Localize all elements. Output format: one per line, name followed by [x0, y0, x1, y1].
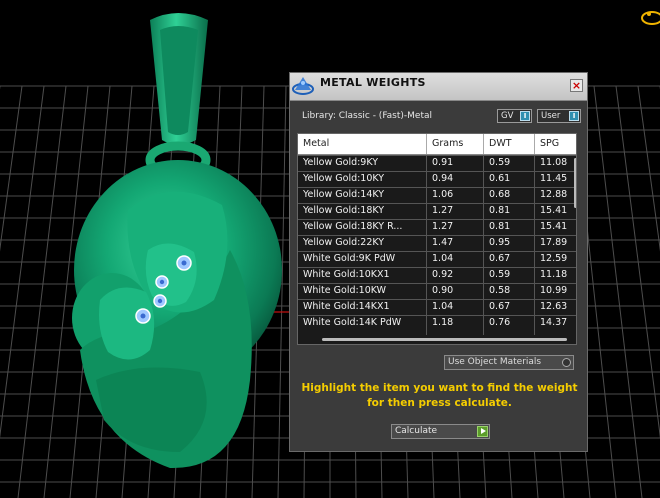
panel-titlebar[interactable]: METAL WEIGHTS ×	[290, 73, 587, 101]
grams-cell: 0.92	[432, 269, 454, 280]
metal-cell: Yellow Gold:14KY	[303, 189, 385, 200]
metal-cell: Yellow Gold:18KY	[303, 205, 385, 216]
metal-weights-panel: METAL WEIGHTS × Library: Classic - (Fast…	[289, 72, 588, 452]
dwt-cell: 0.68	[489, 189, 511, 200]
calculate-dropdown[interactable]: Calculate	[391, 424, 490, 439]
table-vertical-scrollbar[interactable]	[574, 158, 576, 208]
spg-cell: 17.89	[540, 237, 568, 248]
metal-cell: White Gold:10KX1	[303, 269, 390, 280]
use-object-materials-label: Use Object Materials	[448, 357, 542, 367]
grams-cell: 1.06	[432, 189, 454, 200]
app-logo-icon	[291, 74, 315, 98]
dwt-cell: 0.81	[489, 221, 511, 232]
spg-cell: 15.41	[540, 205, 568, 216]
metal-cell: Yellow Gold:10KY	[303, 173, 385, 184]
library-label: Library: Classic - (Fast)-Metal	[302, 111, 433, 121]
close-icon[interactable]: ×	[570, 79, 583, 92]
user-dropdown-arrow-icon[interactable]: I	[569, 111, 579, 121]
dwt-cell: 0.95	[489, 237, 511, 248]
dwt-cell: 0.59	[489, 157, 511, 168]
units-dropdown-value: GV	[501, 111, 514, 121]
spg-cell: 10.99	[540, 285, 568, 296]
dwt-cell: 0.58	[489, 285, 511, 296]
metal-cell: White Gold:10KW	[303, 285, 387, 296]
grams-cell: 0.94	[432, 173, 454, 184]
grams-cell: 1.47	[432, 237, 454, 248]
spg-cell: 11.45	[540, 173, 568, 184]
spg-cell: 11.18	[540, 269, 568, 280]
spg-cell: 12.59	[540, 253, 568, 264]
grams-cell: 0.91	[432, 157, 454, 168]
spg-cell: 12.63	[540, 301, 568, 312]
dwt-cell: 0.81	[489, 205, 511, 216]
grams-cell: 1.04	[432, 301, 454, 312]
grams-cell: 1.27	[432, 221, 454, 232]
spg-cell: 12.88	[540, 189, 568, 200]
pendant-model[interactable]	[72, 13, 282, 469]
dwt-cell: 0.61	[489, 173, 511, 184]
user-dropdown[interactable]: User I	[537, 109, 581, 123]
table-header: Metal Grams DWT SPG	[298, 134, 576, 155]
metal-cell: White Gold:9K PdW	[303, 253, 396, 264]
dwt-cell: 0.76	[489, 317, 511, 328]
spg-cell: 15.41	[540, 221, 568, 232]
metal-cell: Yellow Gold:9KY	[303, 157, 379, 168]
use-object-materials-toggle[interactable]: Use Object Materials	[444, 355, 574, 370]
metal-cell: White Gold:14K PdW	[303, 317, 402, 328]
column-header-spg[interactable]: SPG	[540, 138, 559, 149]
grams-cell: 1.04	[432, 253, 454, 264]
units-dropdown[interactable]: GV I	[497, 109, 532, 123]
orbit-gizmo-icon[interactable]	[638, 6, 660, 26]
table-horizontal-scrollbar[interactable]	[322, 338, 567, 341]
toggle-radio-icon[interactable]	[562, 358, 571, 367]
column-header-metal[interactable]: Metal	[303, 138, 329, 149]
dwt-cell: 0.67	[489, 301, 511, 312]
instruction-line-2: for then press calculate.	[367, 397, 512, 409]
calculate-label: Calculate	[395, 426, 438, 436]
column-header-dwt[interactable]: DWT	[489, 138, 512, 149]
panel-title: METAL WEIGHTS	[320, 76, 426, 89]
units-dropdown-arrow-icon[interactable]: I	[520, 111, 530, 121]
dwt-cell: 0.59	[489, 269, 511, 280]
dwt-cell: 0.67	[489, 253, 511, 264]
metal-weights-table[interactable]: Metal Grams DWT SPG Yellow Gold:9KY 0.91 0…	[297, 133, 577, 345]
metal-cell: Yellow Gold:22KY	[303, 237, 385, 248]
column-header-grams[interactable]: Grams	[432, 138, 463, 149]
instruction-line-1: Highlight the item you want to find the …	[301, 382, 578, 394]
grams-cell: 1.18	[432, 317, 454, 328]
calculate-play-icon[interactable]	[477, 426, 488, 437]
grams-cell: 0.90	[432, 285, 454, 296]
instruction-text: Highlight the item you want to find the …	[300, 381, 579, 411]
metal-cell: Yellow Gold:18KY R...	[303, 221, 403, 232]
grams-cell: 1.27	[432, 205, 454, 216]
metal-cell: White Gold:14KX1	[303, 301, 390, 312]
spg-cell: 11.08	[540, 157, 568, 168]
user-dropdown-value: User	[541, 111, 561, 121]
spg-cell: 14.37	[540, 317, 568, 328]
